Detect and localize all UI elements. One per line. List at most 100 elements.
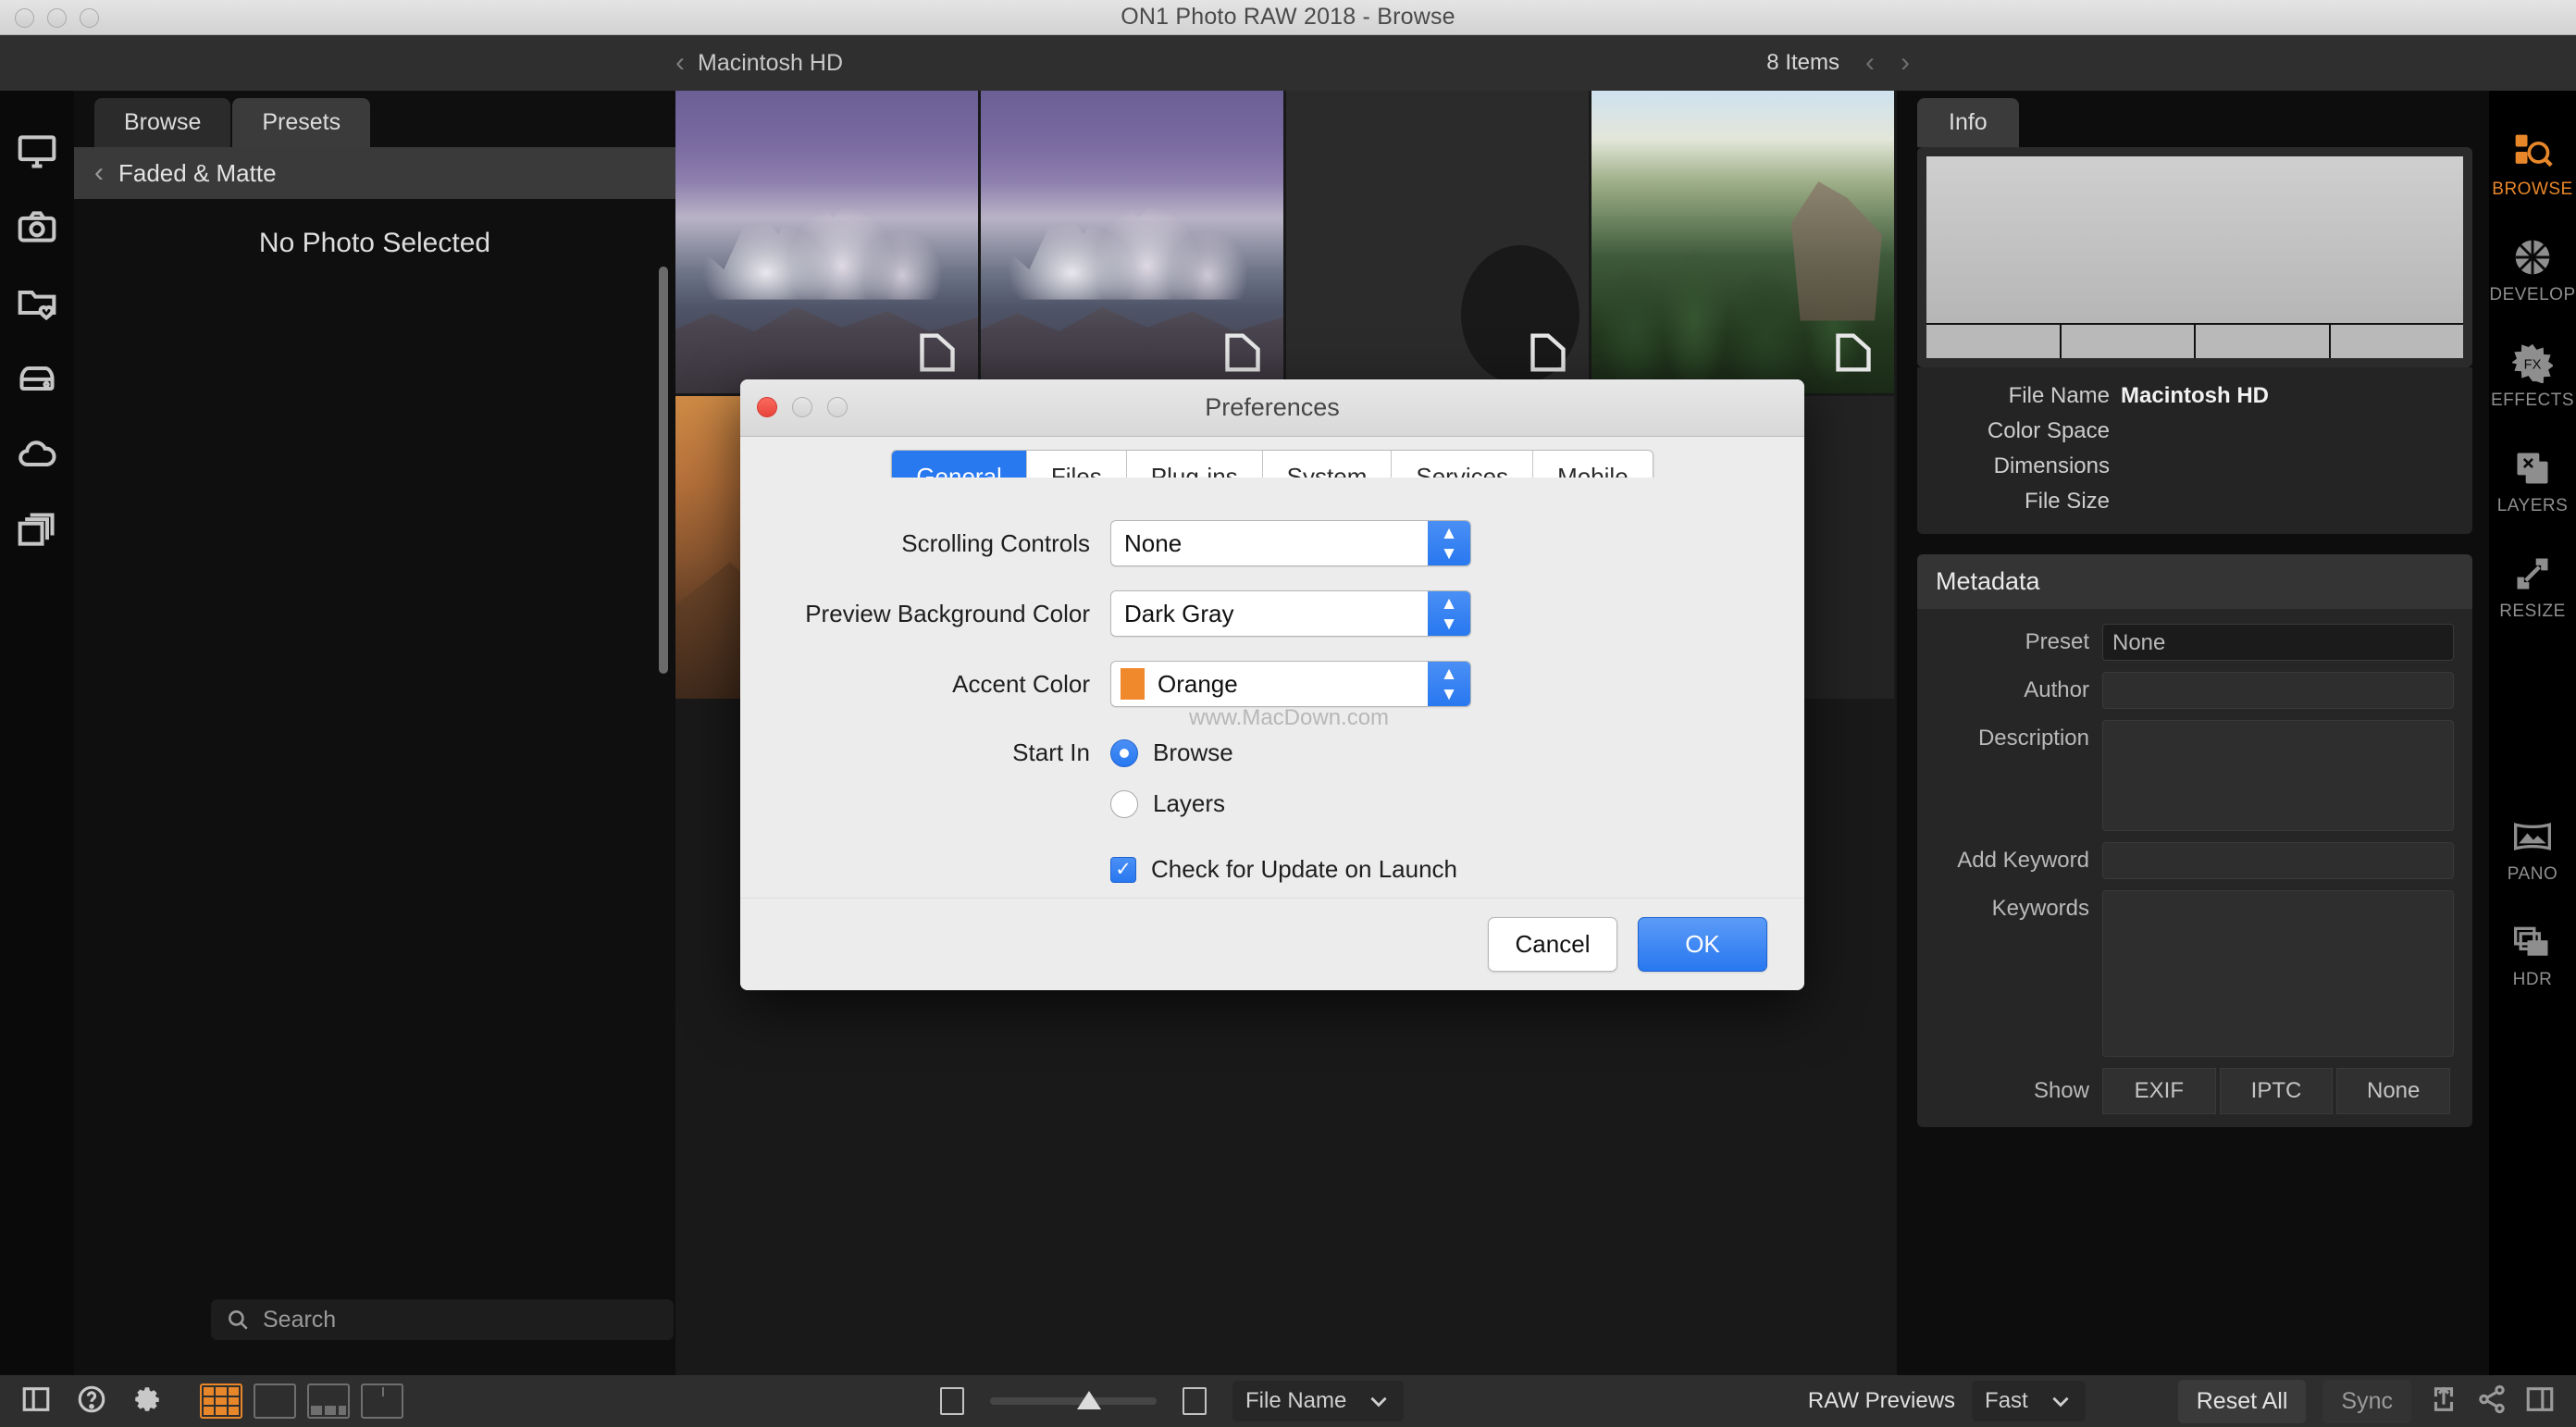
preferences-title-bar: Preferences (740, 379, 1804, 437)
cancel-button[interactable]: Cancel (1488, 917, 1617, 972)
metadata-keywords-list[interactable] (2102, 890, 2454, 1057)
ok-button[interactable]: OK (1638, 917, 1767, 972)
accent-color-select[interactable]: Orange ▲ ▼ (1110, 661, 1471, 707)
metadata-row-description: Description (1917, 714, 2472, 837)
metadata-description-input[interactable] (2102, 720, 2454, 831)
module-pano[interactable]: PANO (2508, 816, 2557, 885)
check-for-update-checkbox[interactable]: ✓ (1110, 856, 1136, 883)
slider-knob[interactable] (1076, 1391, 1101, 1409)
source-icon-rail (0, 91, 74, 1384)
camera-icon[interactable] (16, 205, 58, 248)
thumbnail-mountain-1[interactable] (675, 91, 981, 396)
start-in-browse-radio[interactable] (1110, 738, 1138, 767)
module-develop[interactable]: DEVELOP (2489, 237, 2575, 305)
chevron-down-icon (1367, 1389, 1391, 1413)
preset-category-breadcrumb[interactable]: ‹ Faded & Matte (74, 147, 675, 199)
cloud-icon[interactable] (16, 433, 58, 476)
scrolling-controls-select[interactable]: None ▲ ▼ (1110, 520, 1471, 566)
thumbnail-size-small-icon[interactable] (940, 1387, 964, 1415)
preferences-window-controls[interactable] (757, 397, 848, 417)
view-mode-single-icon[interactable] (254, 1384, 296, 1419)
breadcrumb[interactable]: ‹ Macintosh HD (675, 49, 843, 77)
accent-color-row: Accent Color Orange ▲ ▼ (805, 661, 1740, 707)
albums-icon[interactable] (16, 509, 58, 552)
start-in-layers-row: Layers (805, 789, 1740, 818)
metadata-add-keyword-input[interactable] (2102, 842, 2454, 879)
window-title: ON1 Photo RAW 2018 - Browse (1121, 4, 1455, 30)
browse-icon (2515, 134, 2553, 168)
tab-presets[interactable]: Presets (232, 98, 371, 147)
module-resize[interactable]: RESIZE (2499, 553, 2566, 622)
raw-previews-dropdown[interactable]: Fast (1972, 1381, 2086, 1421)
toggle-right-panel-icon[interactable] (2524, 1384, 2556, 1420)
thumbnail-forest-1[interactable] (1591, 91, 1897, 396)
stepper-icon[interactable]: ▲ ▼ (1428, 521, 1470, 565)
sync-button[interactable]: Sync (2322, 1379, 2411, 1423)
metadata-author-input[interactable] (2102, 672, 2454, 709)
info-row-file-size: File Size (1917, 484, 2472, 519)
metadata-label: Show (2033, 1078, 2089, 1103)
maximize-window-button[interactable] (80, 8, 99, 28)
drive-icon[interactable] (16, 357, 58, 400)
back-chevron-icon[interactable]: ‹ (675, 49, 685, 77)
show-none-button[interactable]: None (2336, 1068, 2451, 1114)
folder-favorite-icon[interactable] (16, 281, 58, 324)
search-input[interactable]: Search (211, 1299, 674, 1340)
thumbnail-mountain-2[interactable] (981, 91, 1286, 396)
stepper-icon[interactable]: ▲ ▼ (1428, 662, 1470, 706)
next-item-chevron-icon[interactable]: › (1901, 47, 1910, 79)
preferences-dialog: Preferences General Files Plug-ins Syste… (740, 379, 1804, 990)
preset-category-label: Faded & Matte (118, 158, 277, 187)
window-title-bar: ON1 Photo RAW 2018 - Browse (0, 0, 2576, 35)
monitor-icon[interactable] (16, 130, 58, 172)
info-label: Color Space (1987, 418, 2110, 443)
show-iptc-button[interactable]: IPTC (2219, 1068, 2334, 1114)
stepper-icon[interactable]: ▲ ▼ (1428, 591, 1470, 636)
bottom-left-group (0, 1384, 403, 1420)
export-icon[interactable] (2428, 1384, 2459, 1420)
folder-badge-icon (1833, 330, 1874, 375)
start-in-layers-radio[interactable] (1110, 789, 1138, 818)
window-controls[interactable] (15, 8, 99, 28)
previous-item-chevron-icon[interactable]: ‹ (1865, 47, 1875, 79)
module-layers[interactable]: LAYERS (2497, 448, 2569, 516)
accent-color-value: Orange (1158, 669, 1238, 698)
thumbnail-size-large-icon[interactable] (1183, 1387, 1207, 1415)
share-icon[interactable] (2476, 1384, 2508, 1420)
show-exif-button[interactable]: EXIF (2102, 1068, 2216, 1114)
close-window-button[interactable] (15, 8, 34, 28)
start-in-group: Start In Browse Layers (805, 738, 1740, 818)
tab-browse[interactable]: Browse (94, 98, 231, 147)
preferences-title: Preferences (1205, 393, 1340, 421)
bottom-center-group: File Name (940, 1381, 1405, 1421)
gear-icon[interactable] (131, 1384, 163, 1420)
view-mode-filmstrip-icon[interactable] (307, 1384, 350, 1419)
reset-all-button[interactable]: Reset All (2177, 1379, 2307, 1423)
tab-info[interactable]: Info (1917, 98, 2019, 147)
preferences-close-button[interactable] (757, 397, 777, 417)
histogram (1926, 156, 2463, 323)
view-mode-grid-icon[interactable] (200, 1384, 242, 1419)
sort-dropdown[interactable]: File Name (1232, 1381, 1405, 1421)
help-icon[interactable] (76, 1384, 107, 1420)
thumbnail-empty-1[interactable] (1286, 91, 1591, 396)
thumbnail-size-slider[interactable] (990, 1391, 1157, 1409)
preview-background-color-select[interactable]: Dark Gray ▲ ▼ (1110, 590, 1471, 637)
info-label: Dimensions (1993, 453, 2110, 478)
item-count-label: 8 Items (1766, 50, 1839, 75)
preset-back-chevron-icon[interactable]: ‹ (94, 157, 104, 189)
minimize-window-button[interactable] (47, 8, 67, 28)
folder-badge-icon (1528, 330, 1568, 375)
module-effects[interactable]: FX EFFECTS (2491, 342, 2574, 411)
view-mode-compare-icon[interactable] (361, 1384, 403, 1419)
toggle-left-panel-icon[interactable] (20, 1384, 52, 1420)
module-hdr[interactable]: HDR (2512, 922, 2553, 990)
module-browse[interactable]: BROWSE (2492, 131, 2572, 200)
fx-icon: FX (2512, 343, 2553, 383)
module-label: EFFECTS (2490, 391, 2575, 410)
search-icon (229, 1310, 248, 1330)
preview-background-color-label: Preview Background Color (805, 599, 1090, 627)
left-panel-scrollbar[interactable] (659, 267, 668, 674)
folder-badge-icon (917, 330, 958, 375)
metadata-preset-select[interactable]: None (2102, 624, 2454, 661)
